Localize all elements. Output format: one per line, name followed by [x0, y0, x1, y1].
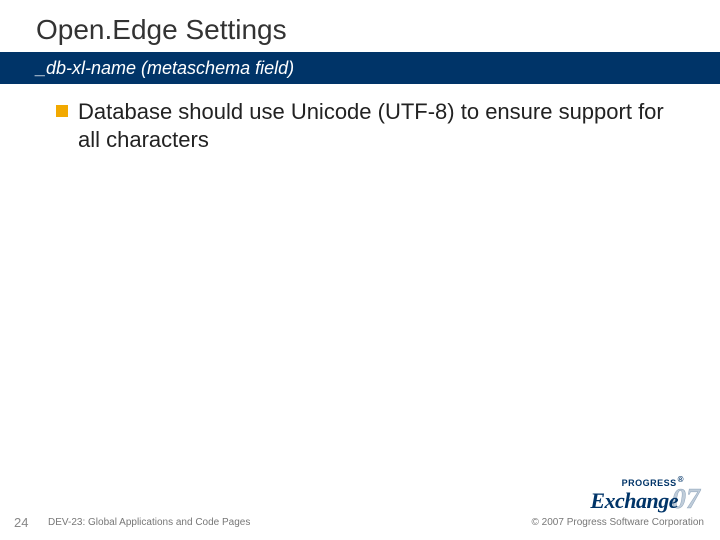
content-area: Database should use Unicode (UTF-8) to e…	[0, 84, 720, 153]
logo-exchange-text: Exchange	[590, 490, 678, 512]
footer-session: DEV-23: Global Applications and Code Pag…	[48, 517, 250, 528]
slide-title: Open.Edge Settings	[36, 14, 720, 46]
logo-year: 07	[672, 486, 700, 514]
subtitle-bar: _db-xl-name (metaschema field)	[0, 52, 720, 84]
bullet-item: Database should use Unicode (UTF-8) to e…	[56, 98, 680, 153]
page-number: 24	[14, 515, 28, 530]
progress-exchange-logo: PROGRESS® Exchange 07	[590, 476, 700, 514]
slide-subtitle: _db-xl-name (metaschema field)	[36, 58, 294, 79]
bullet-text: Database should use Unicode (UTF-8) to e…	[78, 98, 680, 153]
footer: 24 DEV-23: Global Applications and Code …	[0, 480, 720, 540]
bullet-square-icon	[56, 105, 68, 117]
footer-copyright: © 2007 Progress Software Corporation	[532, 517, 704, 528]
